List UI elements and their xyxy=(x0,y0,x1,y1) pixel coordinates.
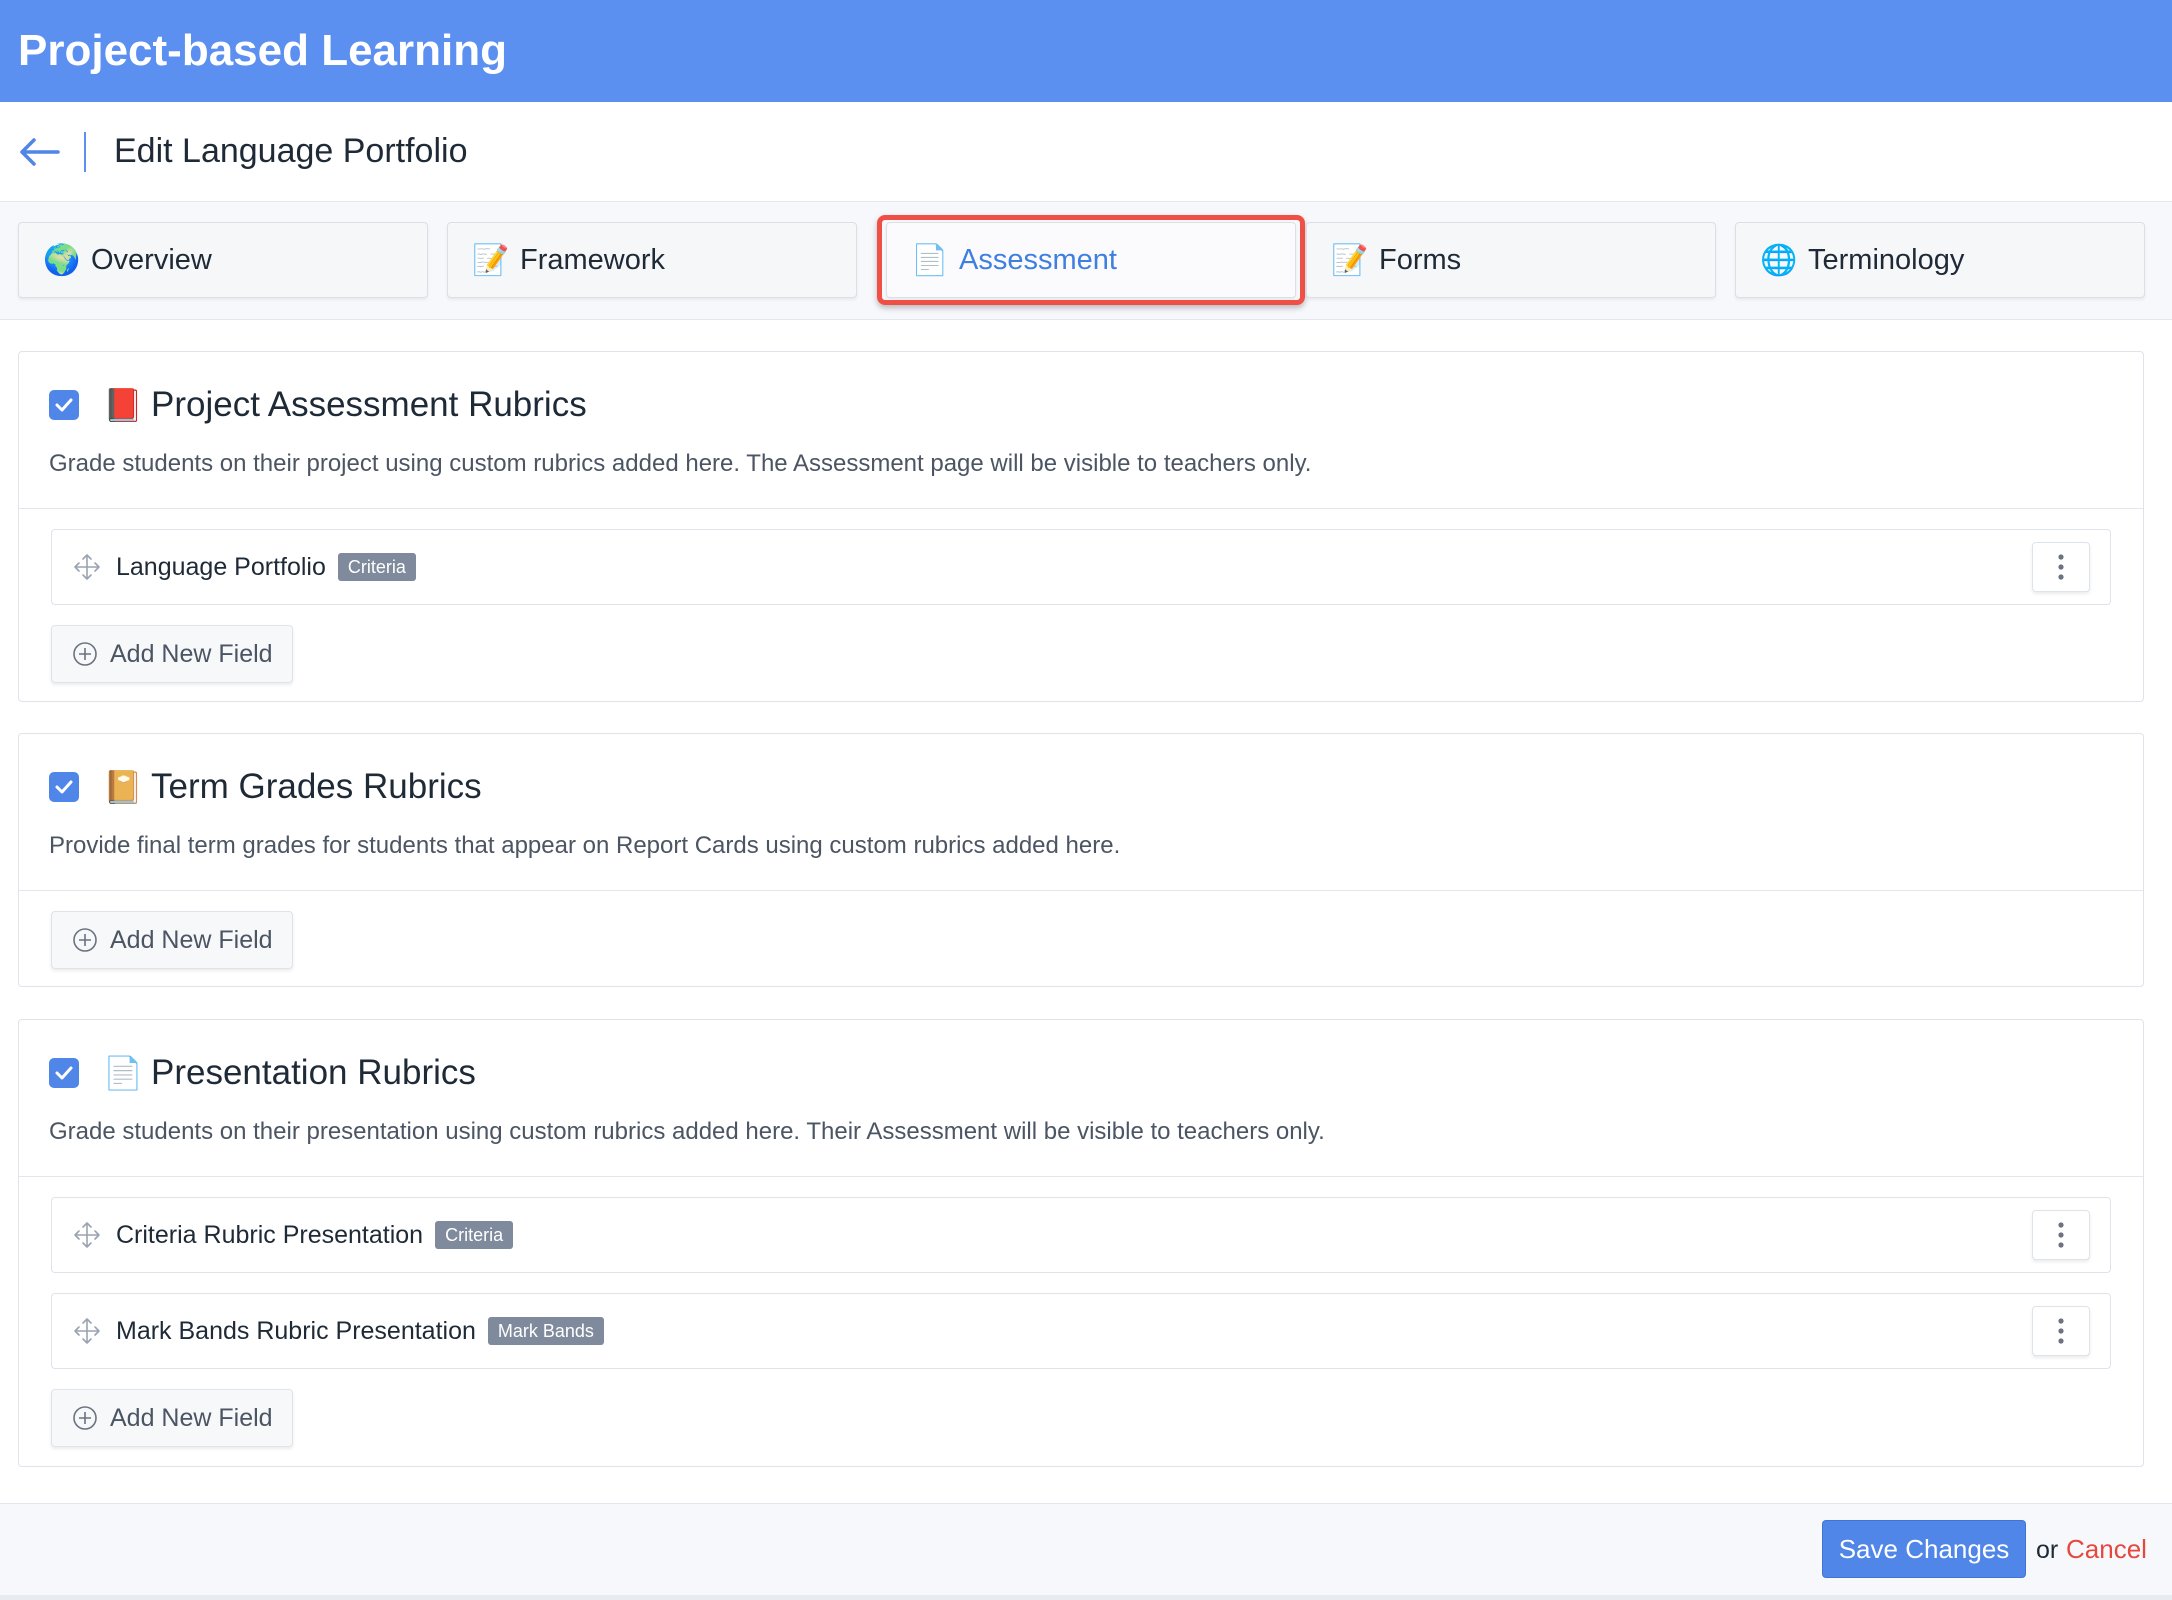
field-name: Language Portfolio xyxy=(116,552,326,581)
or-text: or xyxy=(2036,1536,2059,1564)
page-icon: 📄 xyxy=(911,243,949,277)
add-new-field-button[interactable]: Add New Field xyxy=(51,911,293,969)
globe-icon: 🌍 xyxy=(43,243,81,277)
section-title: Project Assessment Rubrics xyxy=(151,385,587,424)
globe-meridians-icon: 🌐 xyxy=(1760,243,1798,277)
tab-label: Forms xyxy=(1379,243,1462,276)
tab-forms[interactable]: 📝 Forms xyxy=(1306,222,1716,298)
section-header: 📕 Project Assessment Rubrics Grade stude… xyxy=(19,352,2143,509)
kebab-menu-icon[interactable] xyxy=(2032,542,2090,592)
cancel-link[interactable]: Cancel xyxy=(2066,1534,2147,1565)
drag-handle-icon[interactable] xyxy=(72,1316,102,1346)
field-row[interactable]: Criteria Rubric Presentation Criteria xyxy=(51,1197,2111,1273)
section-description: Grade students on their project using cu… xyxy=(49,450,1312,477)
save-changes-button[interactable]: Save Changes xyxy=(1822,1520,2026,1578)
tab-label: Assessment xyxy=(959,243,1117,276)
field-type-badge: Criteria xyxy=(435,1221,514,1249)
section-header: 📔 Term Grades Rubrics Provide final term… xyxy=(19,734,2143,891)
red-book-icon: 📕 xyxy=(103,387,143,423)
section-presentation-rubrics: 📄 Presentation Rubrics Grade students on… xyxy=(18,1019,2144,1467)
tab-assessment[interactable]: 📄 Assessment xyxy=(877,215,1305,305)
app-title: Project-based Learning xyxy=(18,26,508,75)
add-new-field-button[interactable]: Add New Field xyxy=(51,1389,293,1447)
app-header: Project-based Learning xyxy=(0,0,2172,102)
section-fields: Add New Field xyxy=(19,891,2143,989)
add-new-field-button[interactable]: Add New Field xyxy=(51,625,293,683)
section-title: Term Grades Rubrics xyxy=(151,767,482,806)
field-row[interactable]: Mark Bands Rubric Presentation Mark Band… xyxy=(51,1293,2111,1369)
section-enable-checkbox[interactable] xyxy=(49,772,79,802)
add-button-label: Add New Field xyxy=(110,1403,273,1432)
field-type-badge: Mark Bands xyxy=(487,1317,604,1345)
field-row[interactable]: Language Portfolio Criteria xyxy=(51,529,2111,605)
tab-label: Framework xyxy=(520,243,666,276)
tab-label: Overview xyxy=(91,243,212,276)
bottom-edge xyxy=(0,1595,2172,1600)
section-fields: Language Portfolio Criteria Add New Fiel… xyxy=(19,509,2143,703)
tab-terminology[interactable]: 🌐 Terminology xyxy=(1735,222,2145,298)
section-enable-checkbox[interactable] xyxy=(49,1058,79,1088)
add-button-label: Add New Field xyxy=(110,639,273,668)
add-button-label: Add New Field xyxy=(110,925,273,954)
plus-circle-icon xyxy=(73,642,97,666)
kebab-menu-icon[interactable] xyxy=(2032,1306,2090,1356)
section-header: 📄 Presentation Rubrics Grade students on… xyxy=(19,1020,2143,1177)
header-divider xyxy=(84,131,86,172)
section-title: Presentation Rubrics xyxy=(151,1053,476,1092)
kebab-menu-icon[interactable] xyxy=(2032,1210,2090,1260)
notebook-icon: 📔 xyxy=(103,769,143,805)
tab-bar: 🌍 Overview 📝 Framework 📄 Assessment 📝 Fo… xyxy=(0,202,2172,320)
field-name: Mark Bands Rubric Presentation xyxy=(116,1316,476,1345)
section-fields: Criteria Rubric Presentation Criteria Ma… xyxy=(19,1177,2143,1467)
drag-handle-icon[interactable] xyxy=(72,552,102,582)
tab-label: Terminology xyxy=(1808,243,1965,276)
section-term-grades-rubrics: 📔 Term Grades Rubrics Provide final term… xyxy=(18,733,2144,987)
section-description: Grade students on their presentation usi… xyxy=(49,1118,1325,1145)
page-header: Edit Language Portfolio xyxy=(0,102,2172,202)
section-enable-checkbox[interactable] xyxy=(49,390,79,420)
plus-circle-icon xyxy=(73,1406,97,1430)
drag-handle-icon[interactable] xyxy=(72,1220,102,1250)
page-title: Edit Language Portfolio xyxy=(114,132,468,170)
plus-circle-icon xyxy=(73,928,97,952)
tab-overview[interactable]: 🌍 Overview xyxy=(18,222,428,298)
memo-icon: 📝 xyxy=(472,243,510,277)
memo-icon: 📝 xyxy=(1331,243,1369,277)
section-project-assessment-rubrics: 📕 Project Assessment Rubrics Grade stude… xyxy=(18,351,2144,702)
form-footer: Save Changes or Cancel xyxy=(0,1503,2172,1595)
section-description: Provide final term grades for students t… xyxy=(49,832,1121,859)
tab-framework[interactable]: 📝 Framework xyxy=(447,222,857,298)
back-arrow-icon[interactable] xyxy=(18,131,60,173)
field-type-badge: Criteria xyxy=(337,553,416,581)
field-name: Criteria Rubric Presentation xyxy=(116,1220,424,1249)
page-icon: 📄 xyxy=(103,1055,143,1091)
